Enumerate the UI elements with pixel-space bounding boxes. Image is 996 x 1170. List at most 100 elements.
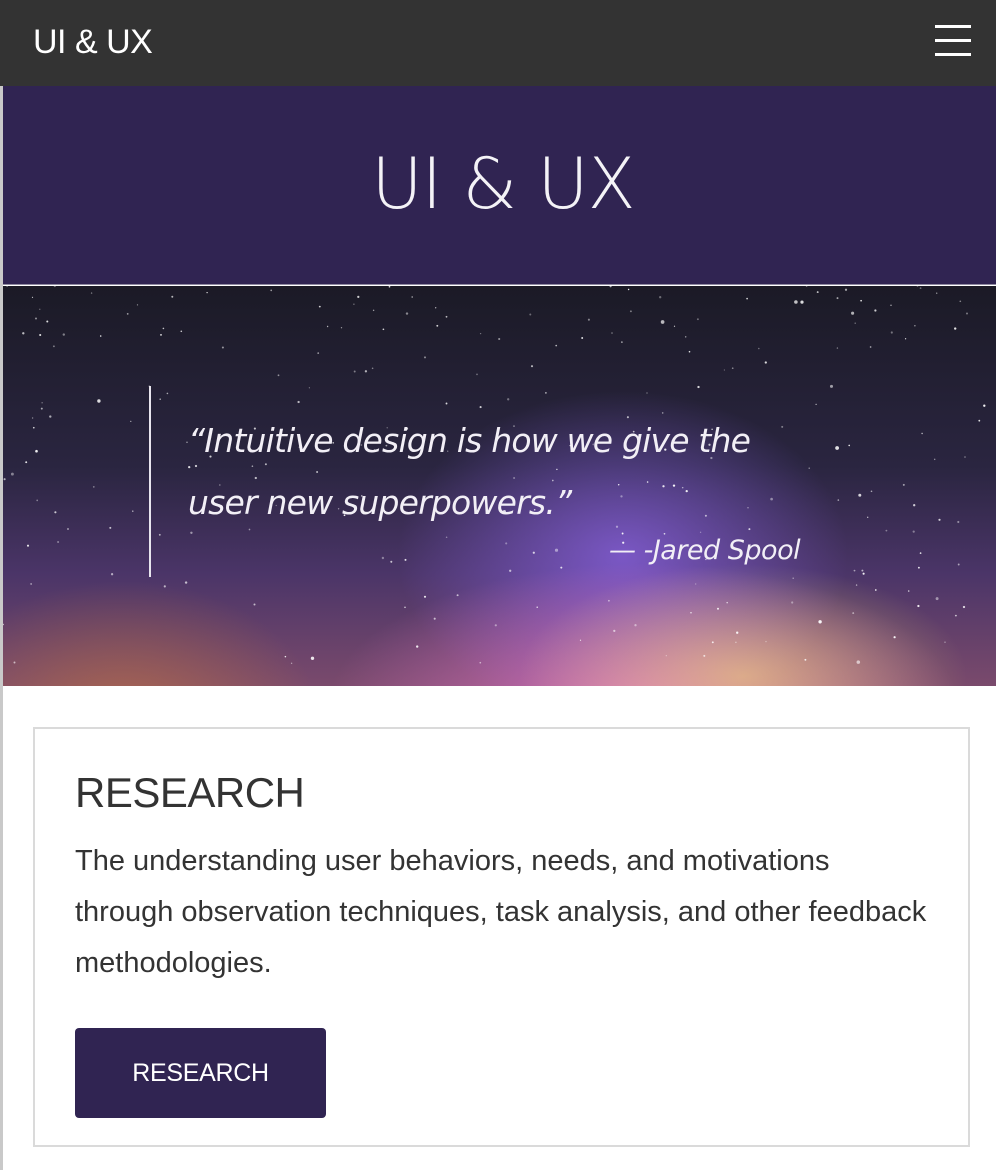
hamburger-menu-icon[interactable] [931,22,973,62]
star-dot [436,324,439,327]
star-dot [933,458,936,461]
star-dot [310,656,315,660]
star-dot [99,335,102,337]
star-dot [844,288,848,291]
star-dot [904,338,907,340]
brand-link[interactable]: UI & UX [33,22,153,62]
star-dot [608,599,610,602]
star-dot [554,548,559,552]
star-dot [92,486,95,488]
star-dot [159,398,161,400]
star-dot [957,563,960,566]
star-dot [917,566,920,569]
star-dot [509,569,512,572]
star-dot [870,490,873,493]
star-dot [132,510,134,512]
star-dot [703,654,706,657]
star-dot [90,292,93,294]
star-dot [22,332,25,335]
star-dot [835,446,839,450]
star-dot [874,589,877,591]
star-dot [983,404,986,407]
research-card-title: RESEARCH [75,769,305,816]
star-dot [613,629,616,633]
star-dot [804,658,807,661]
star-dot [815,403,817,406]
star-dot [26,544,30,547]
page-title: UI & UX [371,143,635,225]
star-dot [893,636,896,639]
star-dot [158,533,161,536]
star-dot [39,308,41,310]
star-dot [792,577,794,579]
star-dot [277,374,280,377]
star-dot [959,300,962,303]
star-dot [357,295,360,299]
star-dot [913,504,916,507]
star-dot [735,641,737,644]
star-dot [914,325,916,327]
star-dot [890,331,893,334]
star-dot [609,286,612,288]
star-dot [660,320,665,324]
hamburger-bar [935,25,971,28]
star-dot [30,583,32,585]
star-dot [416,645,419,648]
star-dot [818,620,822,624]
star-dot [848,444,851,447]
star-dot [919,552,922,554]
star-dot [978,419,981,422]
star-dot [404,606,406,609]
star-dot [530,365,534,368]
star-dot [579,639,582,641]
star-dot [445,315,448,318]
hero-quote-text: “Intuitive design is how we give the use… [188,421,751,522]
star-dot [317,352,320,354]
star-dot [162,327,165,330]
star-dot [270,289,273,292]
star-dot [326,325,329,328]
star-dot [629,310,632,313]
star-dot [110,573,114,576]
star-dot [435,307,437,309]
star-dot [371,367,374,370]
star-dot [479,406,482,409]
star-dot [404,558,407,561]
star-dot [936,292,938,294]
star-dot [646,392,648,394]
star-dot [688,350,691,353]
quote-attribution: — -Jared Spool [609,535,801,566]
star-dot [611,332,613,334]
star-dot [860,299,862,302]
star-dot [944,641,946,643]
star-dot [938,518,941,521]
star-dot [673,325,676,327]
star-dot [764,361,767,364]
star-dot [505,542,508,545]
star-dot [136,304,139,306]
star-dot [874,309,877,312]
star-dot [885,529,888,532]
star-dot [869,346,872,348]
star-dot [67,528,69,530]
star-dot [57,540,60,544]
star-dot [25,461,28,464]
star-dot [126,313,129,315]
hamburger-bar [935,39,971,42]
star-dot [791,601,794,604]
star-dot [31,296,34,299]
star-dot [32,426,35,429]
star-dot [382,328,385,331]
star-dot [390,560,393,563]
star-dot [353,370,356,373]
star-dot [736,631,739,634]
research-button[interactable]: RESEARCH [75,1028,326,1118]
star-dot [423,595,427,598]
star-dot [852,612,855,615]
star-dot [862,572,865,575]
star-dot [6,286,8,287]
star-dot [163,585,166,588]
star-dot [433,617,436,620]
star-dot [966,312,968,315]
star-dot [180,330,183,333]
